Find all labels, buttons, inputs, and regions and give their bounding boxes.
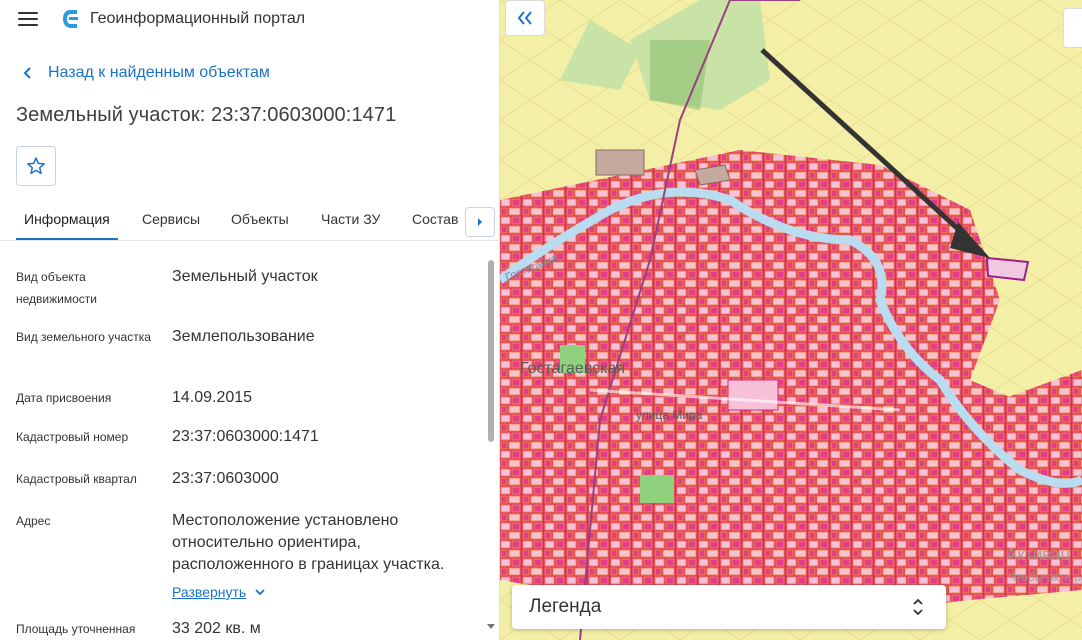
highlighted-parcel[interactable] (985, 256, 1030, 282)
info-key: Дата присвоения (16, 391, 112, 405)
chevron-left-icon (23, 67, 31, 79)
expand-label: Развернуть (172, 584, 247, 600)
info-key: Вид земельного участка (16, 330, 151, 344)
favorite-button[interactable] (16, 146, 56, 186)
scroll-down-arrow-icon[interactable] (487, 624, 495, 629)
menu-icon[interactable] (18, 12, 38, 26)
page-title: Земельный участок: 23:37:0603000:1471 (16, 104, 397, 126)
expand-address-link[interactable]: Развернуть (172, 584, 266, 600)
info-row-address: Адрес Местоположение установлено относит… (16, 510, 476, 600)
app: Геоинформационный портал Назад к найденн… (0, 0, 1082, 640)
tab-composition[interactable]: Состав (412, 211, 458, 227)
map-control-button[interactable] (1063, 8, 1082, 48)
double-chevron-left-icon (517, 11, 532, 25)
info-value: Земельный участок (172, 268, 318, 285)
activation-watermark-sub: Чтобы акти разд Пара (1008, 570, 1082, 584)
star-icon (27, 157, 45, 175)
info-key: Площадь уточненная (16, 622, 136, 636)
cadastral-map[interactable] (500, 0, 1082, 640)
info-key: Кадастровый номер (16, 430, 129, 444)
forest-area (650, 40, 710, 110)
info-value: Местоположение установлено относительно … (172, 512, 445, 573)
object-panel: Геоинформационный портал Назад к найденн… (0, 0, 500, 640)
app-title: Геоинформационный портал (90, 10, 306, 27)
info-value: 33 202 кв. м (172, 620, 261, 637)
legend-panel[interactable]: Легенда (512, 585, 946, 629)
tab-information[interactable]: Информация (24, 211, 110, 227)
street-label: улица Мира (636, 408, 703, 422)
settlement-label: Гостагаевская (520, 360, 626, 377)
info-key: Кадастровый квартал (16, 472, 137, 486)
info-key: Адрес (16, 514, 51, 528)
top-bar: Геоинформационный портал (0, 0, 499, 38)
collapse-panel-button[interactable] (505, 0, 545, 36)
tab-services[interactable]: Сервисы (142, 211, 200, 227)
tab-bar: Информация Сервисы Объекты Части ЗУ Сост… (0, 200, 498, 241)
info-value: 23:37:0603000:1471 (172, 428, 319, 445)
info-key: Вид объекта недвижимости (16, 270, 97, 306)
portal-logo-icon (63, 10, 78, 28)
chevron-down-icon (255, 589, 265, 596)
activation-watermark: Активац (1006, 545, 1071, 564)
park (640, 475, 674, 503)
caret-right-icon (478, 218, 482, 226)
parcel (727, 379, 779, 411)
expand-collapse-icon[interactable] (912, 597, 924, 617)
info-value: 23:37:0603000 (172, 470, 279, 487)
tab-parts[interactable]: Части ЗУ (321, 211, 380, 227)
legend-label: Легенда (529, 596, 602, 617)
info-value: 14.09.2015 (172, 389, 253, 406)
info-value: Землепользование (172, 328, 315, 345)
info-list: Вид объекта недвижимости Земельный участ… (0, 250, 486, 640)
parcel (595, 149, 645, 176)
back-link-label: Назад к найденным объектам (48, 64, 270, 81)
info-scrollbar[interactable] (486, 250, 498, 640)
scrollbar-thumb[interactable] (488, 260, 494, 442)
active-tab-indicator (16, 238, 118, 240)
tabs-scroll-right-button[interactable] (465, 207, 495, 237)
tab-objects[interactable]: Объекты (231, 211, 289, 227)
back-to-results-link[interactable]: Назад к найденным объектам (20, 64, 270, 82)
map-view[interactable]: Гостагаевская улица Мира Гостагайка (500, 0, 1082, 640)
